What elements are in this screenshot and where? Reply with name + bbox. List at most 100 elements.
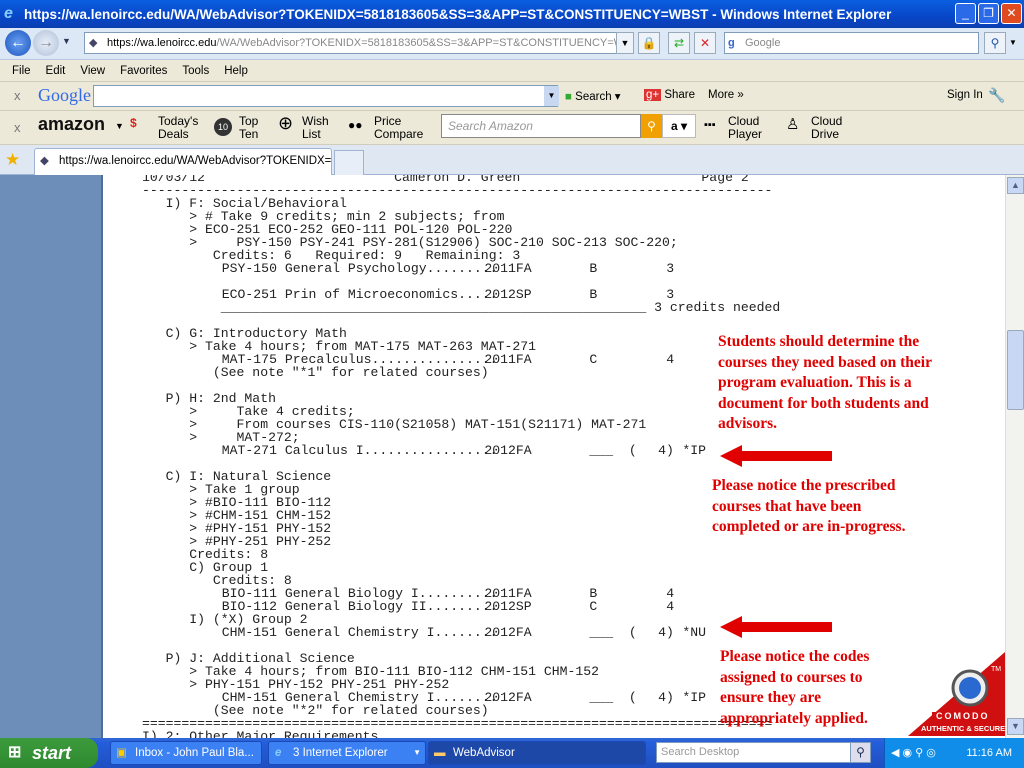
wrench-icon[interactable]: 🔧: [988, 87, 1005, 104]
cloud-player-button[interactable]: ▪▪▪ Cloud Player: [704, 115, 762, 141]
amazon-dropdown[interactable]: ▼: [115, 121, 124, 131]
minimize-button[interactable]: _: [955, 3, 976, 24]
window-title-bar[interactable]: https://wa.lenoircc.edu/WA/WebAdvisor?TO…: [0, 0, 1024, 28]
task-internet-explorer[interactable]: e3 Internet Explorer ▼: [268, 741, 426, 765]
google-more-button[interactable]: More »: [708, 89, 744, 101]
menu-file[interactable]: File: [12, 65, 31, 77]
google-dropdown[interactable]: ▼: [544, 86, 559, 106]
todays-deals-button[interactable]: $ Today's Deals: [130, 115, 198, 141]
course-credits: 4: [666, 599, 675, 614]
course-status-code: *IP: [682, 690, 706, 705]
course-credits: 4): [658, 443, 674, 458]
course-term: 2012SP: [484, 599, 532, 614]
restore-button[interactable]: ❐: [978, 3, 999, 24]
comodo-secure-badge[interactable]: TM COMODO AUTHENTIC & SECURE: [908, 652, 1005, 736]
amazon-search-input[interactable]: Search Amazon: [441, 114, 641, 138]
course-credits: 4): [658, 690, 674, 705]
menu-help[interactable]: Help: [224, 65, 248, 77]
course-grade: ___ (: [589, 625, 637, 640]
ie-logo-icon: e: [4, 5, 13, 22]
course-title: PSY-150 General Psychology.........: [221, 261, 498, 276]
tab-webadvisor[interactable]: ◆ https://wa.lenoircc.edu/WA/WebAdvisor?T…: [34, 148, 332, 175]
lock-icon[interactable]: 🔒: [638, 32, 660, 54]
refresh-button[interactable]: ⇄: [668, 32, 690, 54]
scroll-up-button[interactable]: ▲: [1007, 177, 1024, 194]
google-share-button[interactable]: g+ Share: [644, 89, 695, 101]
search-input[interactable]: g Google: [724, 32, 979, 54]
clock[interactable]: 11:16 AM: [966, 747, 1012, 759]
price-compare-icon: ●●: [348, 118, 363, 132]
stop-button[interactable]: ✕: [694, 32, 716, 54]
arrow-left-icon: [720, 445, 832, 467]
course-term: 2011FA: [484, 261, 532, 276]
address-input[interactable]: ◆ https://wa.lenoircc.edu/WA/WebAdvisor?T…: [84, 32, 634, 54]
desktop-search-button[interactable]: ⚲: [850, 742, 871, 763]
menu-edit[interactable]: Edit: [46, 65, 66, 77]
search-button[interactable]: ⚲: [984, 32, 1006, 54]
price-compare-button[interactable]: ●● Price Compare: [348, 115, 423, 141]
menu-bar: File Edit View Favorites Tools Help: [0, 60, 1024, 82]
document-line: ________________________________________…: [142, 300, 781, 315]
menu-favorites[interactable]: Favorites: [120, 65, 167, 77]
course-term: 2012FA: [484, 443, 532, 458]
annotation-overview: Students should determine the courses th…: [718, 333, 932, 432]
close-button[interactable]: ✕: [1001, 3, 1022, 24]
google-search-button[interactable]: ■ Search ▾: [565, 89, 621, 103]
search-options-icon[interactable]: ▼: [1009, 38, 1017, 47]
course-term: 2011FA: [484, 352, 532, 367]
google-search-icon: ■: [565, 91, 572, 103]
google-search-input[interactable]: [93, 85, 558, 107]
tray-icons[interactable]: ◀ ◉ ⚲ ◎: [891, 738, 936, 768]
arrow-left-icon: [720, 616, 832, 638]
menu-tools[interactable]: Tools: [182, 65, 209, 77]
course-term: 2012FA: [484, 625, 532, 640]
document-line: I) 2: Other Major Requirements: [142, 729, 379, 738]
forward-button[interactable]: →: [33, 30, 59, 56]
close-google-toolbar[interactable]: x: [14, 88, 21, 103]
start-button[interactable]: ⊞ start: [0, 738, 98, 768]
course-term: 2012FA: [484, 690, 532, 705]
new-tab-button[interactable]: [334, 150, 364, 175]
taskbar: ⊞ start ▣ Inbox - John Paul Bla... e3 Inte…: [0, 738, 1024, 768]
desktop-search-input[interactable]: Search Desktop: [656, 742, 870, 763]
page-left-panel: [0, 175, 103, 738]
tab-bar: ★ ◆ https://wa.lenoircc.edu/WA/WebAdvisor…: [0, 145, 1024, 175]
address-toolbar: ← → ▼ ◆ https://wa.lenoircc.edu/WA/WebAdv…: [0, 28, 1024, 60]
ie-icon: e: [275, 747, 282, 759]
history-dropdown-icon[interactable]: ▼: [62, 36, 71, 46]
amazon-logo: amazon: [38, 114, 106, 134]
vertical-scrollbar[interactable]: ▲ ▼: [1005, 175, 1024, 738]
course-status-code: *IP: [682, 443, 706, 458]
course-row: MAT-271 Calculus I................. 2012F…: [142, 444, 780, 457]
comodo-tm: TM: [991, 666, 1002, 673]
deals-tag-icon: $: [130, 116, 137, 130]
task-webadvisor[interactable]: ▬ WebAdvisor: [428, 741, 646, 765]
amazon-search-button[interactable]: ⚲: [641, 114, 662, 138]
task-inbox[interactable]: ▣ Inbox - John Paul Bla...: [110, 741, 262, 765]
comodo-tagline: AUTHENTIC & SECURE: [921, 724, 1006, 733]
back-button[interactable]: ←: [5, 30, 31, 56]
cloud-drive-button[interactable]: ♙ Cloud Drive: [786, 115, 842, 141]
top-ten-button[interactable]: 10 Top Ten: [214, 115, 258, 141]
wish-list-button[interactable]: ⊕ Wish List: [278, 113, 329, 141]
course-credits: 3: [666, 261, 675, 276]
annotation-codes: Please notice the codes assigned to cour…: [720, 648, 870, 727]
address-dropdown[interactable]: ▼: [616, 32, 634, 54]
course-grade: C: [589, 599, 598, 614]
close-amazon-toolbar[interactable]: x: [14, 120, 21, 135]
cloud-drive-icon: ♙: [786, 116, 800, 133]
annotation-prescribed-courses: Please notice the prescribed courses tha…: [712, 477, 906, 535]
menu-view[interactable]: View: [80, 65, 105, 77]
comodo-brand: COMODO: [936, 711, 990, 721]
outlook-icon: ▣: [116, 747, 127, 759]
favorites-star-icon[interactable]: ★: [5, 150, 20, 170]
amazon-menu-icon[interactable]: a ▾: [662, 114, 696, 138]
folder-icon: ▬: [434, 747, 446, 759]
scroll-down-button[interactable]: ▼: [1007, 718, 1024, 735]
course-title: CHM-151 General Chemistry I........: [221, 625, 498, 640]
plus-circle-icon: ⊕: [278, 113, 294, 133]
google-sign-in[interactable]: Sign In: [947, 89, 983, 101]
scroll-thumb[interactable]: [1007, 330, 1024, 410]
google-toolbar: x Google ▼ ■ Search ▾ g+ Share More » Si…: [0, 82, 1024, 111]
top-ten-icon: 10: [214, 118, 232, 136]
